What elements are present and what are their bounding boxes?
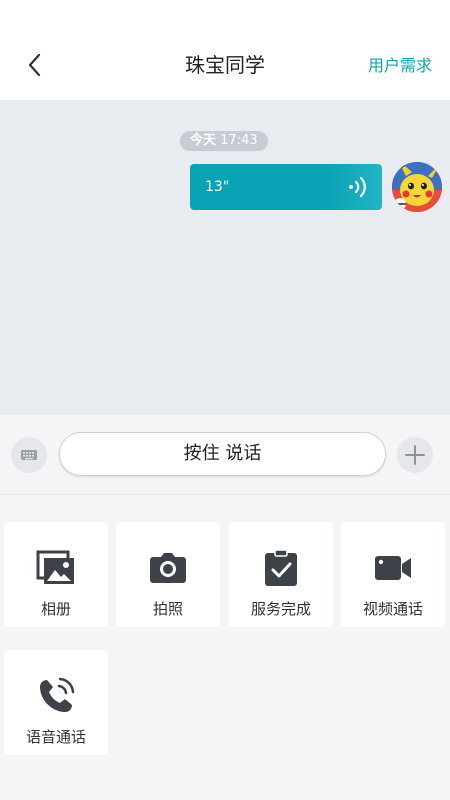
- take-photo-label: 拍照: [152, 600, 183, 618]
- hold-to-talk-button[interactable]: 按住 说话: [59, 432, 386, 476]
- time-prefix: 今天: [190, 133, 217, 148]
- keyboard-icon: [21, 450, 37, 460]
- time-value: 17:43: [220, 133, 258, 148]
- service-complete-button[interactable]: 服务完成: [229, 522, 333, 627]
- input-bar: 按住 说话: [0, 415, 450, 495]
- chat-area[interactable]: 今天 17:43 13": [0, 100, 450, 415]
- clipboard-check-icon: [265, 549, 297, 586]
- keyboard-toggle-button[interactable]: [11, 437, 47, 473]
- user-requirements-link[interactable]: 用户需求: [368, 53, 432, 79]
- more-options-button[interactable]: [397, 437, 433, 473]
- avatar[interactable]: [392, 162, 442, 212]
- voice-message-bubble[interactable]: 13": [190, 164, 382, 210]
- voice-call-label: 语音通话: [25, 728, 86, 746]
- camera-icon: [150, 553, 186, 583]
- take-photo-button[interactable]: 拍照: [116, 522, 220, 627]
- sound-wave-icon: [349, 176, 366, 198]
- video-camera-icon: [375, 556, 411, 580]
- top-nav-bar: 珠宝同学 用户需求: [0, 0, 450, 100]
- service-complete-label: 服务完成: [250, 600, 311, 618]
- album-button[interactable]: 相册: [4, 522, 108, 627]
- plus-icon: [405, 445, 425, 465]
- voice-call-button[interactable]: 语音通话: [4, 650, 108, 755]
- album-icon: [36, 550, 74, 584]
- timestamp-badge: 今天 17:43: [180, 131, 268, 151]
- voice-duration: 13": [205, 179, 230, 195]
- phone-icon: [40, 677, 75, 712]
- pikachu-avatar-icon: [392, 162, 442, 212]
- video-call-label: 视频通话: [362, 600, 423, 618]
- album-label: 相册: [40, 600, 71, 618]
- video-call-button[interactable]: 视频通话: [341, 522, 445, 627]
